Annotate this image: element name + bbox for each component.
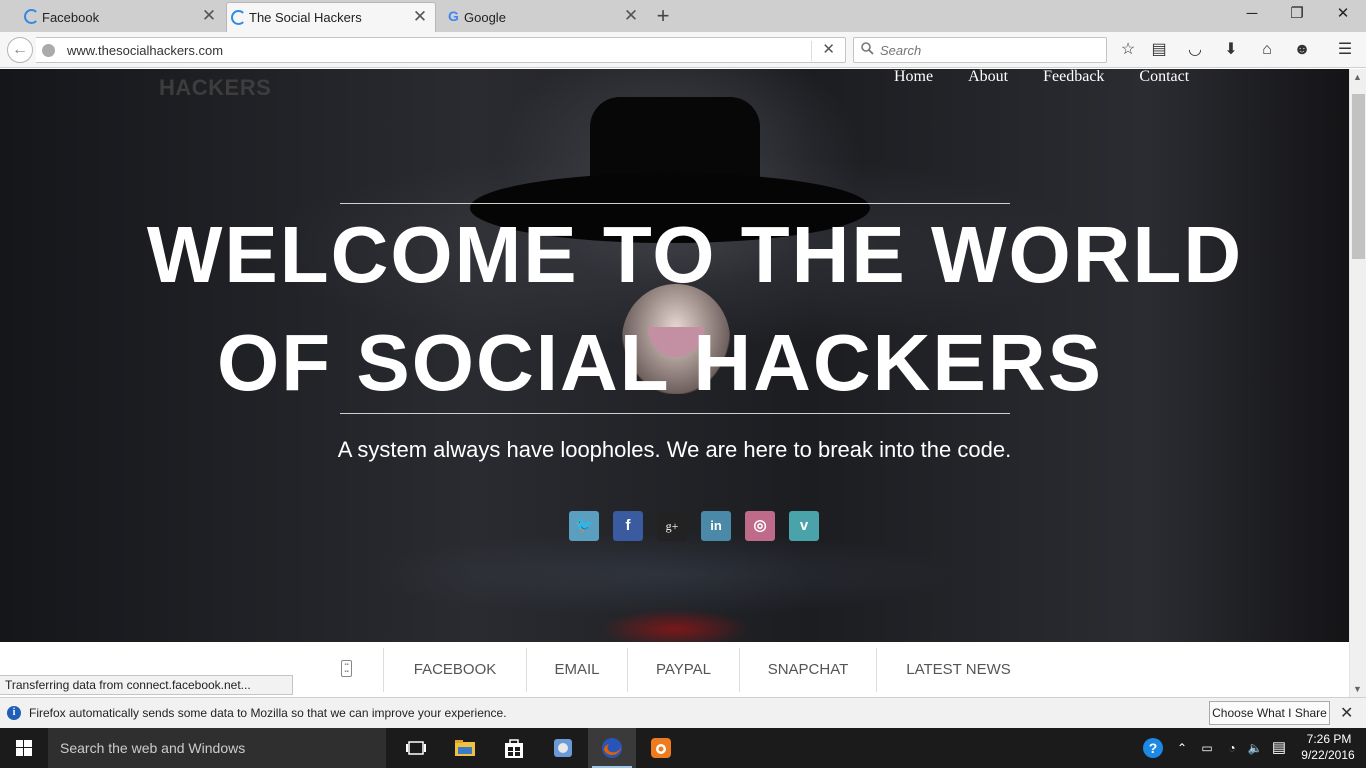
vertical-scrollbar[interactable]: ▲ ▼ — [1349, 69, 1366, 697]
help-question-icon: ? — [1143, 738, 1163, 758]
subnav-email[interactable]: EMAIL — [526, 648, 627, 692]
divider — [811, 41, 812, 61]
tab-strip: Facebook ✕ The Social Hackers ✕ G Google… — [0, 0, 1366, 32]
close-notification-icon[interactable]: ✕ — [1340, 703, 1353, 723]
reading-list-icon[interactable]: ▤ — [1149, 40, 1169, 60]
google-plus-icon[interactable]: g+ — [657, 511, 687, 541]
nav-contact[interactable]: Contact — [1139, 69, 1189, 86]
scroll-thumb[interactable] — [1352, 94, 1365, 259]
restore-button[interactable]: ❐ — [1287, 4, 1307, 24]
volume-icon[interactable]: 🔈 — [1244, 728, 1266, 768]
tab-facebook[interactable]: Facebook ✕ — [20, 2, 224, 32]
windows-logo-icon — [16, 740, 32, 756]
search-bar[interactable] — [853, 37, 1107, 63]
tab-title: The Social Hackers — [249, 10, 362, 25]
new-tab-button[interactable]: + — [650, 4, 676, 28]
store-bag-icon — [505, 739, 523, 758]
cheat-app-button[interactable] — [539, 728, 587, 768]
divider-top — [340, 203, 1010, 204]
url-bar[interactable]: www.thesocialhackers.com ✕ — [36, 37, 846, 63]
tagline: A system always have loopholes. We are h… — [337, 437, 1012, 462]
uc-browser-button[interactable] — [637, 728, 685, 768]
stop-loading-icon[interactable]: ✕ — [822, 40, 835, 58]
dribbble-icon[interactable]: ◎ — [745, 511, 775, 541]
subnav-snapchat[interactable]: SNAPCHAT — [739, 648, 876, 692]
choose-what-i-share-button[interactable]: Choose What I Share — [1209, 701, 1330, 725]
search-icon — [861, 42, 874, 55]
bookmark-star-icon[interactable]: ☆ — [1118, 40, 1138, 60]
close-tab-icon[interactable]: ✕ — [411, 8, 429, 26]
tab-google[interactable]: G Google ✕ — [442, 2, 646, 32]
facebook-icon[interactable]: f — [613, 511, 643, 541]
subnav-facebook[interactable]: FACEBOOK — [383, 648, 526, 692]
svg-text:?: ? — [1149, 740, 1158, 756]
search-input[interactable] — [880, 41, 1100, 59]
back-button[interactable]: ← — [7, 37, 33, 63]
uc-browser-icon — [651, 738, 671, 758]
start-button[interactable] — [0, 728, 48, 768]
close-window-button[interactable]: ✕ — [1333, 4, 1353, 24]
headline-line-2: OF SOCIAL HACKERS — [217, 318, 1103, 407]
action-center-icon[interactable]: ▤ — [1268, 728, 1290, 768]
store-button[interactable] — [490, 728, 538, 768]
scroll-up-icon[interactable]: ▲ — [1353, 72, 1362, 82]
app-icon — [554, 739, 572, 757]
navigation-toolbar: ← www.thesocialhackers.com ✕ ☆ ▤ ◡ ⬇ ⌂ ☻… — [0, 32, 1366, 68]
task-view-icon — [406, 741, 426, 755]
help-icon[interactable]: ? — [1140, 728, 1166, 768]
notification-text: Firefox automatically sends some data to… — [29, 706, 507, 720]
scroll-down-icon[interactable]: ▼ — [1353, 684, 1362, 694]
close-tab-icon[interactable]: ✕ — [200, 7, 218, 25]
firefox-button[interactable] — [588, 728, 636, 768]
pocket-icon[interactable]: ◡ — [1185, 40, 1205, 60]
tab-title: Google — [464, 9, 506, 25]
folder-icon — [455, 740, 475, 756]
google-g-icon: G — [448, 8, 459, 24]
subnav-latest-news[interactable]: LATEST NEWS — [876, 648, 1040, 692]
linkedin-icon[interactable]: in — [701, 511, 731, 541]
menu-icon[interactable]: ☰ — [1335, 40, 1355, 60]
divider-bottom — [340, 413, 1010, 414]
loading-spinner-icon — [231, 10, 246, 25]
notification-bar: i Firefox automatically sends some data … — [0, 697, 1366, 728]
file-explorer-button[interactable] — [441, 728, 489, 768]
twitter-icon[interactable]: 🐦 — [569, 511, 599, 541]
taskbar-search-text[interactable]: Search the web and Windows — [60, 740, 245, 756]
nav-home[interactable]: Home — [894, 69, 933, 86]
clock-time[interactable]: 7:26 PM — [1300, 732, 1358, 746]
nav-about[interactable]: About — [968, 69, 1008, 86]
clock-date[interactable]: 9/22/2016 — [1296, 748, 1360, 762]
headline-line-1: WELCOME TO THE WORLD — [146, 210, 1244, 299]
task-view-button[interactable] — [392, 728, 440, 768]
hello-icon[interactable]: ☻ — [1292, 40, 1312, 60]
battery-icon[interactable]: ▭ — [1196, 728, 1218, 768]
nav-feedback[interactable]: Feedback — [1043, 69, 1104, 86]
minimize-button[interactable]: ─ — [1242, 4, 1262, 24]
info-icon: i — [7, 706, 21, 720]
subnav-paypal[interactable]: PAYPAL — [627, 648, 739, 692]
vimeo-icon[interactable]: v — [789, 511, 819, 541]
tab-title: Facebook — [42, 9, 100, 25]
hero-section: HACKERS Home About Feedback Contact WELC… — [0, 69, 1349, 649]
show-hidden-icons-chevron-icon[interactable]: ⌃ — [1173, 728, 1191, 768]
close-tab-icon[interactable]: ✕ — [622, 7, 640, 25]
wifi-icon[interactable]: ◔ — [1221, 728, 1243, 768]
url-text[interactable]: www.thesocialhackers.com — [67, 43, 223, 58]
taskbar-search[interactable]: Search the web and Windows — [48, 728, 386, 768]
tab-the-social-hackers[interactable]: The Social Hackers ✕ — [226, 2, 436, 32]
firefox-icon — [602, 738, 622, 758]
page-viewport: HACKERS Home About Feedback Contact WELC… — [0, 69, 1349, 697]
status-text: Transferring data from connect.facebook.… — [0, 675, 293, 695]
windows-taskbar: Search the web and Windows ? ⌃ ▭ ◔ 🔈 ▤ 7… — [0, 728, 1366, 768]
site-logo[interactable]: HACKERS — [159, 75, 271, 101]
loading-spinner-icon — [24, 9, 39, 24]
phone-icon[interactable]: ▪▪ ▪▪ — [341, 660, 352, 677]
download-icon[interactable]: ⬇ — [1221, 40, 1241, 60]
site-nav: Home About Feedback Contact — [894, 69, 1224, 86]
globe-icon — [42, 44, 55, 57]
home-icon[interactable]: ⌂ — [1257, 40, 1277, 60]
